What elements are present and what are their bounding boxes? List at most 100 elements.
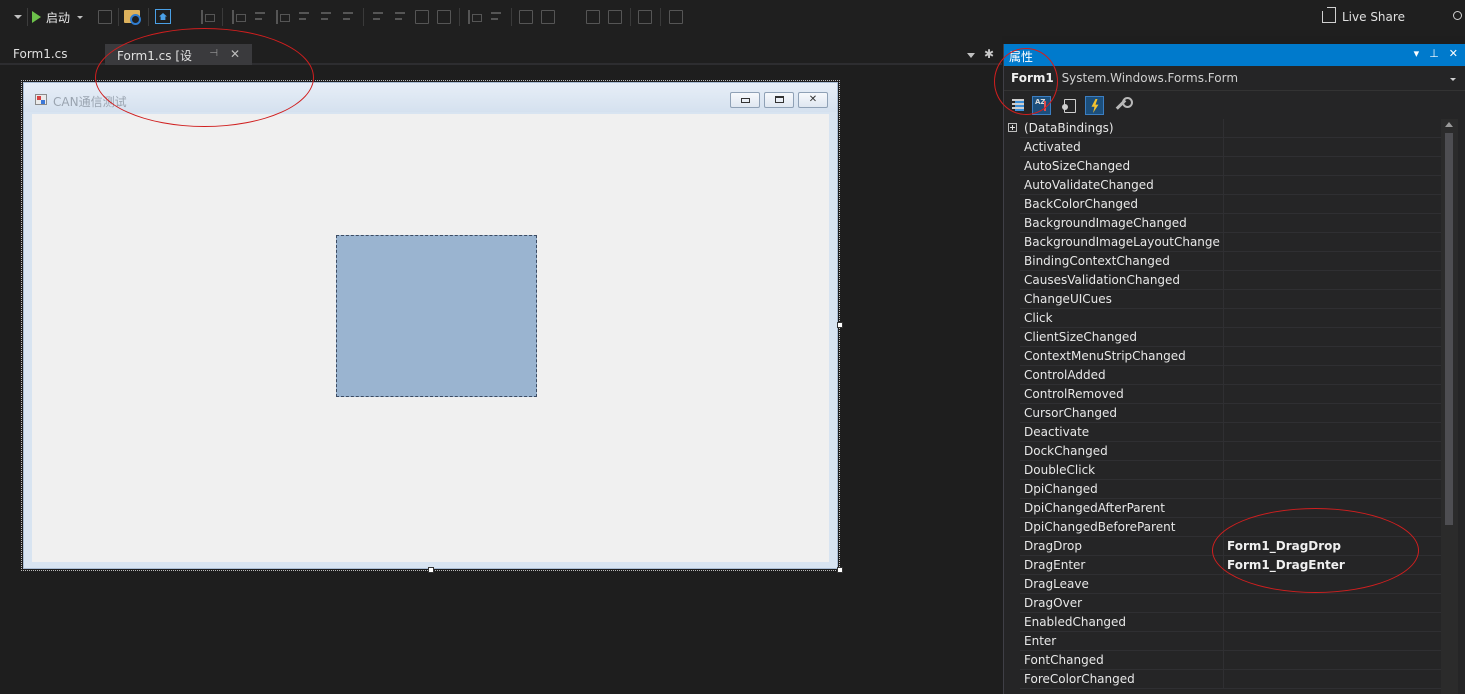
property-grid-scrollbar[interactable] (1441, 119, 1458, 694)
property-value[interactable] (1223, 138, 1441, 157)
categorized-icon[interactable] (1009, 96, 1028, 115)
make-same-size-icon[interactable] (415, 10, 429, 24)
close-icon[interactable]: ✕ (1449, 47, 1458, 60)
property-row[interactable]: ForeColorChanged (1020, 670, 1441, 689)
vertical-spacing-icon[interactable] (489, 10, 503, 24)
panel-control[interactable] (336, 235, 537, 397)
property-value[interactable] (1223, 575, 1441, 594)
property-value[interactable] (1223, 271, 1441, 290)
property-value[interactable] (1223, 613, 1441, 632)
format-icon[interactable] (638, 10, 652, 24)
property-row[interactable]: DragLeave (1020, 575, 1441, 594)
property-value[interactable] (1223, 518, 1441, 537)
make-same-height-icon[interactable] (393, 10, 407, 24)
property-row[interactable]: DragEnter Form1_DragEnter (1020, 556, 1441, 575)
start-button[interactable]: 启动 (32, 7, 84, 27)
property-value[interactable] (1223, 423, 1441, 442)
form-client-area[interactable] (32, 114, 829, 562)
property-row[interactable]: DragOver (1020, 594, 1441, 613)
object-selector[interactable]: Form1 System.Windows.Forms.Form (1004, 67, 1465, 91)
property-value[interactable] (1223, 632, 1441, 651)
properties-view-icon[interactable] (1060, 96, 1079, 115)
property-value[interactable] (1223, 499, 1441, 518)
alphabetical-icon[interactable] (1032, 96, 1051, 115)
align-lefts-icon[interactable] (200, 10, 215, 24)
property-value[interactable] (1223, 594, 1441, 613)
horizontal-spacing-icon[interactable] (467, 10, 482, 24)
property-row[interactable]: CausesValidationChanged (1020, 271, 1441, 290)
property-pages-wrench-icon[interactable] (1113, 96, 1133, 115)
scroll-up-icon[interactable] (1445, 122, 1453, 127)
events-lightning-icon[interactable] (1085, 96, 1104, 115)
property-row[interactable]: AutoSizeChanged (1020, 157, 1441, 176)
align-centers-icon[interactable] (253, 10, 267, 24)
pin-icon[interactable]: ⊥ (1429, 47, 1439, 60)
resize-handle-right[interactable] (837, 322, 843, 328)
property-value[interactable] (1223, 651, 1441, 670)
property-value[interactable]: Form1_DragEnter (1223, 556, 1441, 575)
open-folder-icon[interactable] (124, 10, 141, 25)
property-row[interactable]: ChangeUICues (1020, 290, 1441, 309)
align-rights-icon[interactable] (275, 10, 290, 24)
property-value[interactable] (1223, 366, 1441, 385)
property-row[interactable]: FontChanged (1020, 651, 1441, 670)
property-row[interactable]: AutoValidateChanged (1020, 176, 1441, 195)
property-row[interactable]: DoubleClick (1020, 461, 1441, 480)
property-value[interactable] (1223, 480, 1441, 499)
bring-to-front-icon[interactable] (519, 10, 533, 24)
property-row[interactable]: BackColorChanged (1020, 195, 1441, 214)
property-row[interactable]: BackgroundImageLayoutChanged (1020, 233, 1441, 252)
send-to-back-icon[interactable] (541, 10, 555, 24)
property-row[interactable]: BackgroundImageChanged (1020, 214, 1441, 233)
property-value[interactable]: Form1_DragDrop (1223, 537, 1441, 556)
property-row[interactable]: ContextMenuStripChanged (1020, 347, 1441, 366)
property-value[interactable] (1223, 347, 1441, 366)
property-value[interactable] (1223, 176, 1441, 195)
property-row[interactable]: EnabledChanged (1020, 613, 1441, 632)
align-tops-icon[interactable] (297, 10, 311, 24)
property-row[interactable]: ControlAdded (1020, 366, 1441, 385)
form-window[interactable]: CAN通信测试 ✕ (23, 82, 838, 569)
expand-plus-icon[interactable] (1008, 123, 1017, 132)
scroll-thumb[interactable] (1445, 133, 1453, 525)
account-icon[interactable] (1453, 11, 1462, 20)
grid-icon[interactable] (669, 10, 683, 24)
property-value[interactable] (1223, 670, 1441, 689)
tab-order-icon[interactable] (586, 10, 600, 24)
tab-form1-design[interactable]: Form1.cs [设计] ⊣ ✕ (105, 44, 252, 80)
property-row[interactable]: DragDrop Form1_DragDrop (1020, 537, 1441, 556)
property-row[interactable]: ClientSizeChanged (1020, 328, 1441, 347)
property-row[interactable]: DockChanged (1020, 442, 1441, 461)
minimize-button[interactable] (730, 92, 760, 108)
property-value[interactable] (1223, 119, 1441, 138)
property-value[interactable] (1223, 214, 1441, 233)
gear-icon[interactable]: ✱ (984, 47, 994, 61)
property-row[interactable]: Deactivate (1020, 423, 1441, 442)
property-value[interactable] (1223, 461, 1441, 480)
property-row[interactable]: DpiChanged (1020, 480, 1441, 499)
property-row[interactable]: Enter (1020, 632, 1441, 651)
live-share-button[interactable]: Live Share (1322, 10, 1405, 24)
property-value[interactable] (1223, 404, 1441, 423)
property-row[interactable]: Activated (1020, 138, 1441, 157)
tab-form1-cs[interactable]: Form1.cs (1, 44, 98, 65)
property-row[interactable]: BindingContextChanged (1020, 252, 1441, 271)
resize-handle-bottom-right[interactable] (837, 567, 843, 573)
property-value[interactable] (1223, 290, 1441, 309)
tab-list-dropdown-icon[interactable] (967, 53, 975, 58)
property-row[interactable]: (DataBindings) (1008, 119, 1441, 138)
lock-controls-icon[interactable] (608, 10, 622, 24)
form-title-bar[interactable]: CAN通信测试 ✕ (24, 83, 837, 112)
chevron-down-icon[interactable]: ▾ (1414, 47, 1420, 60)
align-lefts-icon[interactable] (231, 10, 246, 24)
align-bottoms-icon[interactable] (341, 10, 355, 24)
property-value[interactable] (1223, 385, 1441, 404)
property-row[interactable]: DpiChangedAfterParent (1020, 499, 1441, 518)
property-value[interactable] (1223, 309, 1441, 328)
make-same-width-icon[interactable] (371, 10, 385, 24)
resize-handle-bottom[interactable] (428, 567, 434, 573)
close-icon[interactable]: ✕ (230, 47, 240, 65)
size-to-grid-icon[interactable] (437, 10, 451, 24)
solution-config-dropdown[interactable] (4, 6, 28, 26)
property-row[interactable]: Click (1020, 309, 1441, 328)
